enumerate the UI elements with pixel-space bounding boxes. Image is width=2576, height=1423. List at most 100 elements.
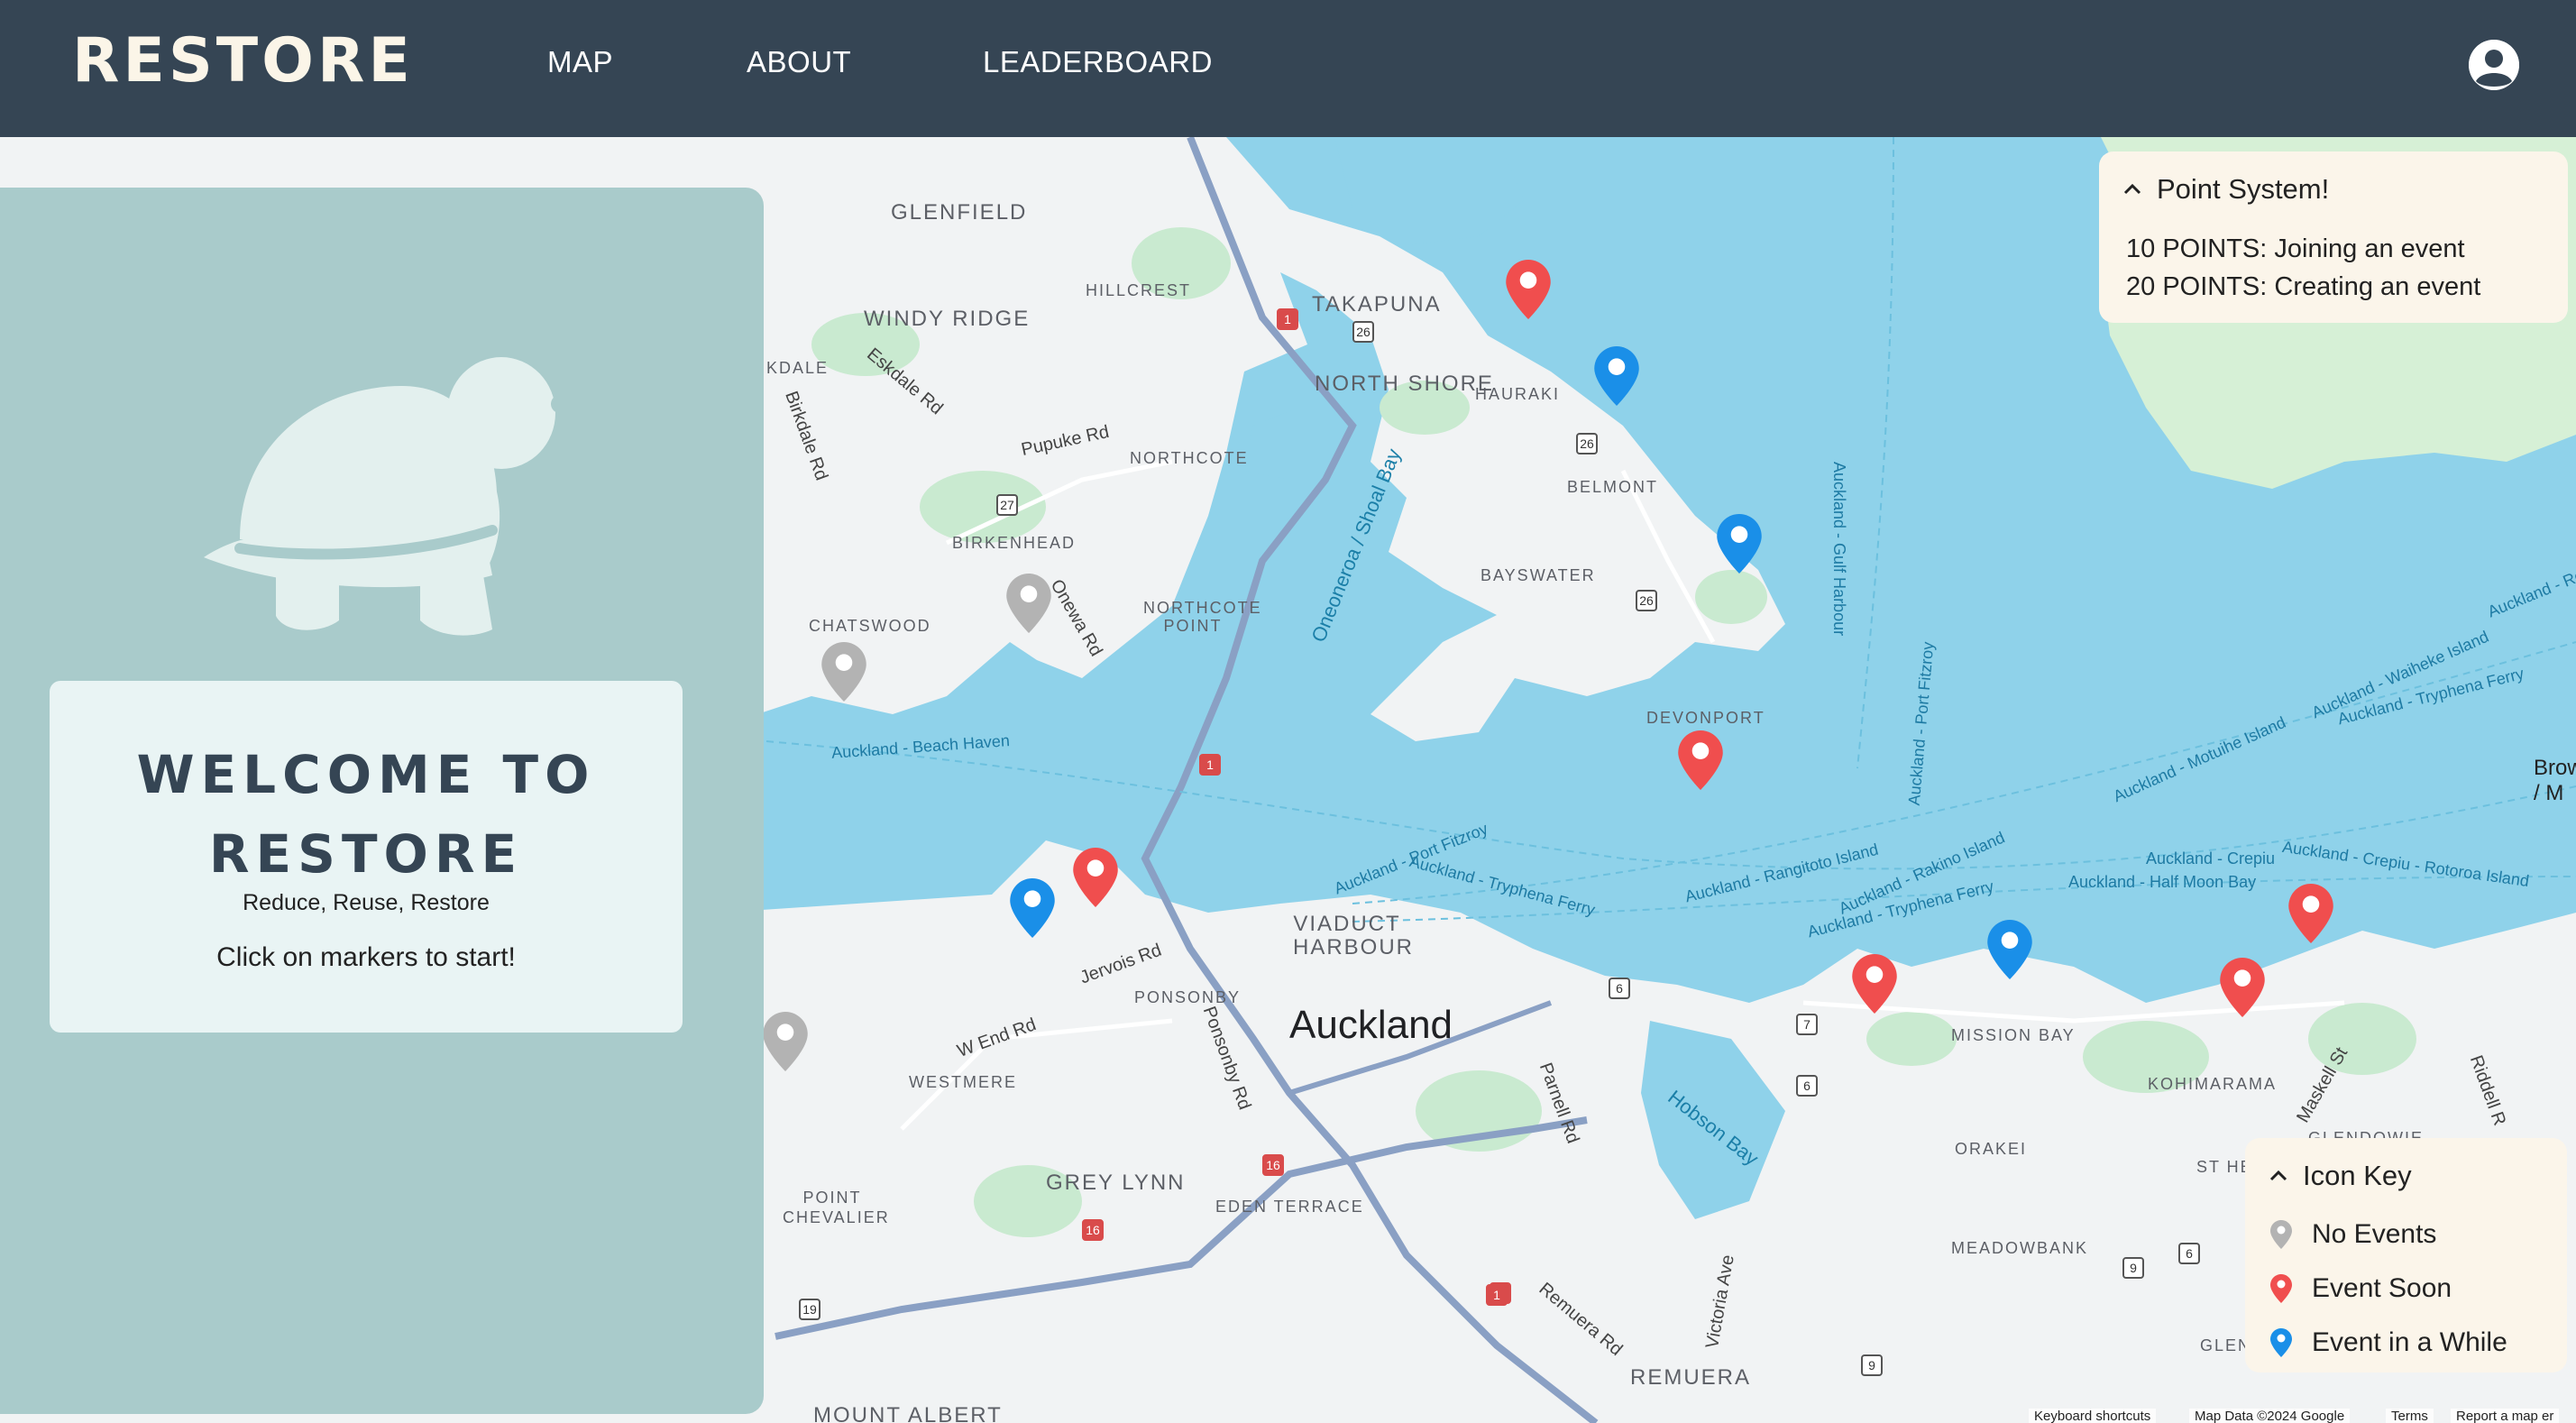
map-pin-icon [1006, 574, 1051, 633]
place-label: Brow / M [2534, 756, 2576, 805]
highway-shield: 19 [799, 1299, 820, 1320]
place-label: BIRKENHEAD [952, 534, 1077, 552]
map-pin-icon [2288, 884, 2333, 943]
place-label: KOHIMARAMA [2148, 1075, 2278, 1093]
city-label: Auckland [1289, 1003, 1453, 1047]
map-pin-icon [1678, 730, 1723, 790]
event-soon-marker[interactable] [1852, 954, 1897, 1014]
place-label: REMUERA [1630, 1365, 1752, 1390]
map-pin-icon [1010, 878, 1055, 938]
welcome-panel: WELCOME TO RESTORE Reduce, Reuse, Restor… [0, 188, 764, 1414]
place-label: GREY LYNN [1046, 1171, 1186, 1195]
highway-shield: 6 [1609, 978, 1630, 999]
event-soon-marker[interactable] [1678, 730, 1723, 790]
map-pin-icon [1506, 260, 1551, 319]
map-pin-icon [763, 1012, 808, 1071]
highway-shield: 26 [1636, 590, 1657, 611]
map-pin-icon [2220, 958, 2265, 1017]
no-events-marker[interactable] [821, 642, 866, 702]
tagline: Reduce, Reuse, Restore [243, 890, 490, 915]
place-label: GLENFIELD [891, 200, 1028, 225]
highway-shield: 16 [1082, 1219, 1104, 1241]
map-pin-icon [1852, 954, 1897, 1014]
point-system-card: Point System! 10 POINTS: Joining an even… [2099, 151, 2568, 323]
highway-shield: 9 [2122, 1257, 2144, 1279]
event-in-a-while-marker[interactable] [1717, 514, 1762, 574]
event-in-a-while-marker[interactable] [1594, 346, 1639, 406]
place-label: HILLCREST [1086, 281, 1192, 299]
point-system-title: Point System! [2157, 173, 2330, 205]
icon-key-title: Icon Key [2303, 1160, 2412, 1191]
blue-pin-icon [2270, 1328, 2292, 1357]
ferry-route-label: Auckland - Gulf Harbour [1830, 462, 1848, 637]
event-soon-marker[interactable] [1506, 260, 1551, 319]
welcome-card: WELCOME TO RESTORE Reduce, Reuse, Restor… [50, 681, 683, 1033]
place-label: TAKAPUNA [1312, 292, 1442, 317]
event-soon-marker[interactable] [2220, 958, 2265, 1017]
map-pin-icon [1987, 920, 2032, 979]
key-label: No Events [2312, 1219, 2437, 1249]
icon-key-card: Icon Key No Events Event Soon Event in a… [2245, 1138, 2567, 1373]
chevron-up-icon [2123, 183, 2141, 195]
brand-logo[interactable]: RESTORE [72, 25, 414, 96]
nav-link-map[interactable]: MAP [547, 45, 613, 79]
no-events-marker[interactable] [763, 1012, 808, 1071]
ferry-route-label: Auckland - Half Moon Bay [2068, 873, 2257, 891]
key-row-event-soon: Event Soon [2270, 1273, 2452, 1304]
map-pin-icon [1073, 848, 1118, 907]
highway-shield: 27 [996, 494, 1018, 516]
key-row-event-in-a-while: Event in a While [2270, 1327, 2507, 1358]
place-label: GLEN [2200, 1336, 2252, 1354]
place-label: PONSONBY [1134, 988, 1242, 1006]
highway-shield: 9 [1861, 1354, 1883, 1376]
call-to-action: Click on markers to start! [216, 942, 516, 972]
highway-shield: 26 [1576, 433, 1598, 454]
key-row-no-events: No Events [2270, 1219, 2436, 1250]
place-label: MOUNT ALBERT [813, 1403, 1003, 1423]
place-label: BAYSWATER [1481, 566, 1596, 584]
chevron-up-icon [2269, 1170, 2287, 1181]
place-label: WESTMERE [909, 1073, 1018, 1091]
place-label: NORTHCOTE POINT [1143, 599, 1262, 635]
highway-shield: 7 [1796, 1014, 1818, 1035]
place-label: BELMONT [1567, 478, 1659, 496]
red-pin-icon [2270, 1274, 2292, 1303]
welcome-title: WELCOME TO RESTORE [136, 744, 596, 885]
event-in-a-while-marker[interactable] [1010, 878, 1055, 938]
highway-shield: 6 [1796, 1075, 1818, 1097]
highway-shield: 16 [1262, 1154, 1284, 1176]
icon-key-toggle[interactable]: Icon Key [2269, 1160, 2412, 1192]
map-pin-icon [1594, 346, 1639, 406]
no-events-marker[interactable] [1006, 574, 1051, 633]
highway-shield: 6 [2178, 1243, 2200, 1264]
ferry-route-label: Auckland - Crepiu [2146, 849, 2276, 868]
highway-shield: 1 [1199, 754, 1221, 776]
highway-shield: 1 [1486, 1284, 1508, 1306]
point-system-toggle[interactable]: Point System! [2122, 173, 2329, 206]
highway-shield: 1 [1277, 308, 1298, 330]
nav-link-leaderboard[interactable]: LEADERBOARD [983, 45, 1213, 79]
place-label: EDEN TERRACE [1215, 1198, 1364, 1216]
place-label: KDALE [766, 359, 830, 377]
point-rule: 20 POINTS: Creating an event [2126, 272, 2481, 301]
gray-pin-icon [2270, 1220, 2292, 1249]
terms-link[interactable]: Terms [2386, 1409, 2434, 1423]
place-label: POINT CHEVALIER [783, 1189, 890, 1226]
place-label: DEVONPORT [1646, 709, 1765, 727]
place-label: ORAKEI [1955, 1140, 2028, 1158]
map-pin-icon [821, 642, 866, 702]
place-label: NORTHCOTE [1130, 449, 1249, 467]
event-soon-marker[interactable] [1073, 848, 1118, 907]
user-circle-icon[interactable] [2469, 40, 2519, 90]
navbar: RESTORE MAP ABOUT LEADERBOARD [0, 0, 2576, 137]
report-map-error-link[interactable]: Report a map er [2451, 1409, 2560, 1423]
place-label: MEADOWBANK [1951, 1239, 2089, 1257]
place-label: VIADUCT HARBOUR [1293, 912, 1415, 959]
place-label: WINDY RIDGE [864, 307, 1031, 331]
nav-link-about[interactable]: ABOUT [747, 45, 851, 79]
place-label: MISSION BAY [1951, 1026, 2076, 1044]
place-label: CHATSWOOD [809, 617, 931, 635]
event-in-a-while-marker[interactable] [1987, 920, 2032, 979]
keyboard-shortcuts-link[interactable]: Keyboard shortcuts [2029, 1409, 2157, 1423]
event-soon-marker[interactable] [2288, 884, 2333, 943]
